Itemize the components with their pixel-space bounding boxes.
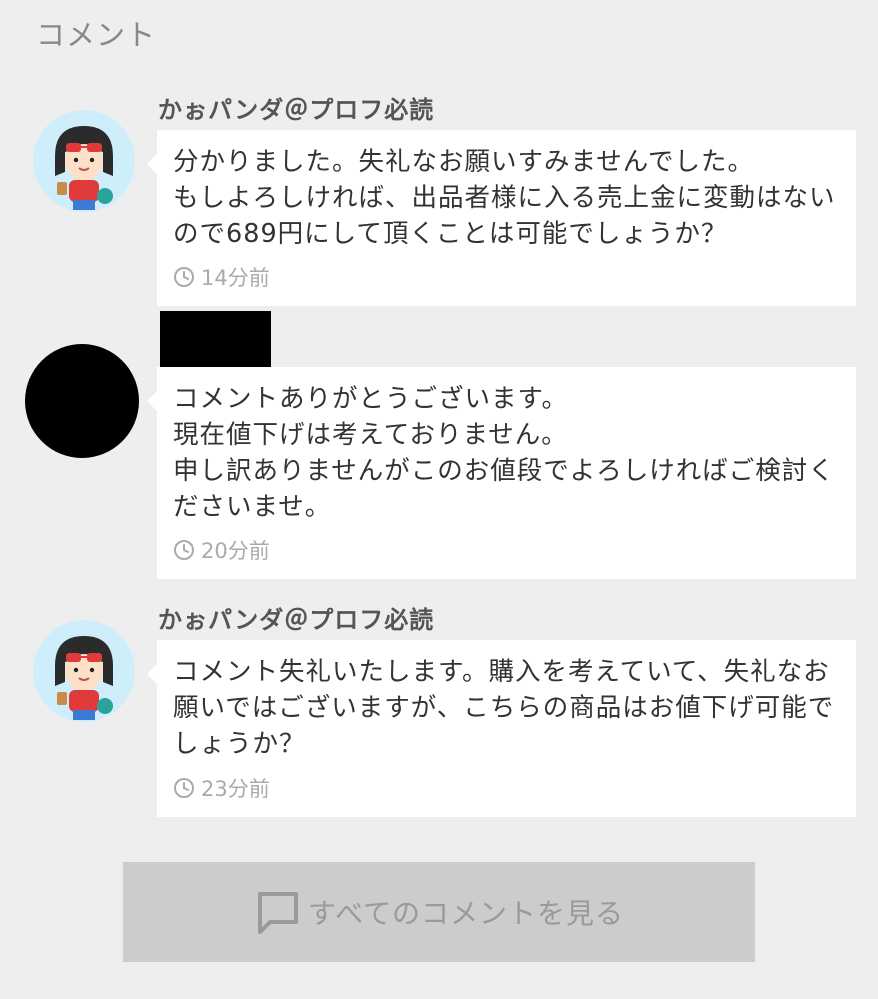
comment-text: コメントありがとうございます。 現在値下げは考えておりません。 申し訳ありません… (173, 384, 835, 522)
comment-text: コメント失礼いたします。購入を考えていて、失礼なお願いではございますが、こちらの… (173, 657, 835, 759)
comment-timestamp: 14分前 (173, 262, 270, 292)
comment-timestamp: 20分前 (173, 535, 270, 565)
chat-bubble-icon (254, 888, 302, 936)
comment-time-text: 23分前 (201, 777, 270, 801)
comment-text: 分かりました。失礼なお願いすみませんでした。 もしよろしければ、出品者様に入る売… (173, 147, 836, 249)
comment-time-text: 20分前 (201, 539, 270, 563)
clock-icon (173, 266, 195, 288)
clock-icon (173, 539, 195, 561)
section-title: コメント (36, 18, 157, 52)
comment-username[interactable]: かぉパンダ＠プロフ必読 (158, 90, 434, 125)
view-all-comments-button[interactable]: すべてのコメントを見る (123, 862, 755, 962)
clock-icon (173, 777, 195, 799)
girl-avatar-icon (33, 110, 135, 212)
comment-bubble: コメント失礼いたします。購入を考えていて、失礼なお願いではございますが、こちらの… (147, 640, 856, 817)
comment-timestamp: 23分前 (173, 773, 270, 803)
comment-time-text: 14分前 (201, 266, 270, 290)
user-avatar[interactable] (33, 110, 135, 212)
comment-bubble: コメントありがとうございます。 現在値下げは考えておりません。 申し訳ありません… (147, 367, 856, 579)
view-all-comments-label: すべてのコメントを見る (308, 897, 624, 930)
user-avatar[interactable] (33, 620, 135, 722)
redacted-avatar[interactable] (25, 344, 139, 458)
comment-username[interactable]: かぉパンダ＠プロフ必読 (158, 600, 434, 635)
girl-avatar-icon (33, 620, 135, 722)
comment-bubble: 分かりました。失礼なお願いすみませんでした。 もしよろしければ、出品者様に入る売… (147, 130, 856, 306)
